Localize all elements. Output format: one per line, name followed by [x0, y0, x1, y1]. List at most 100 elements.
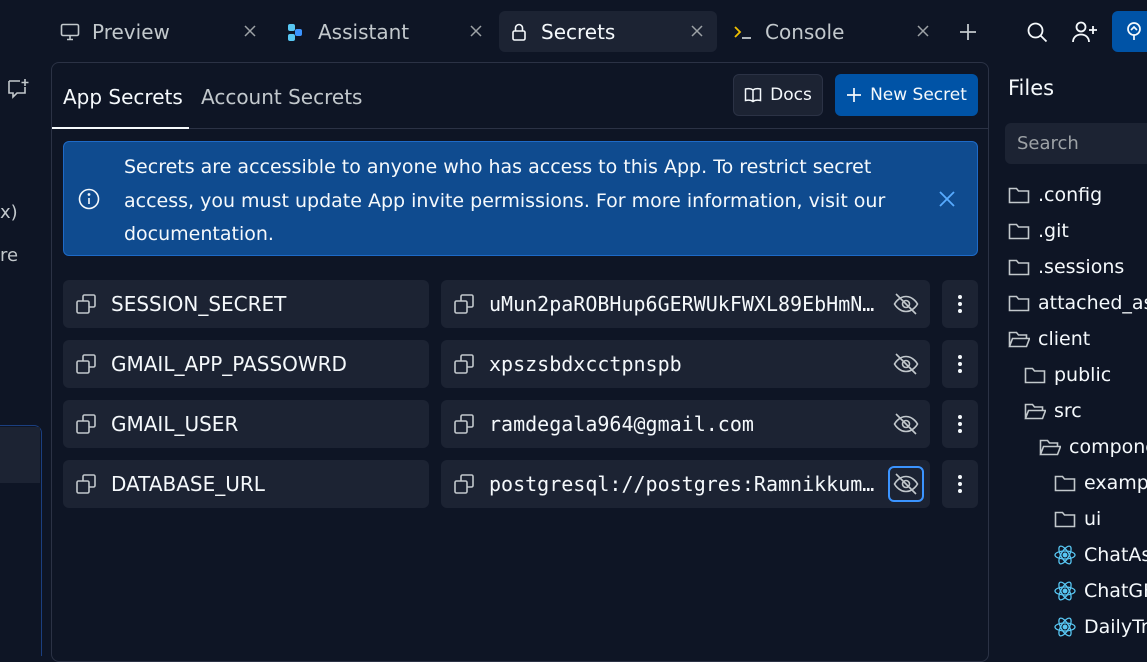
tree-item-label: ui [1084, 508, 1102, 530]
tree-item-label: compone [1069, 436, 1147, 458]
more-options-button[interactable] [942, 400, 978, 448]
eye-off-icon[interactable] [888, 346, 924, 382]
secret-key-field[interactable]: GMAIL_USER [63, 400, 429, 448]
more-options-button[interactable] [942, 340, 978, 388]
copy-icon[interactable] [453, 413, 475, 435]
new-secret-button[interactable]: New Secret [835, 74, 978, 116]
more-vertical-icon [957, 474, 963, 494]
tree-item-components[interactable]: compone [1039, 430, 1147, 464]
tree-item-git[interactable]: .git [1008, 214, 1069, 248]
eye-off-icon[interactable] [888, 286, 924, 322]
tree-item-label: .sessions [1038, 256, 1125, 278]
secret-key-field[interactable]: DATABASE_URL [63, 460, 429, 508]
tree-item-public[interactable]: public [1024, 358, 1111, 392]
secret-key-field[interactable]: SESSION_SECRET [63, 280, 429, 328]
secret-value-field[interactable]: uMun2paROBHup6GERWUkFWXL89EbHmNcy [441, 280, 930, 328]
folder-open-icon [1024, 400, 1046, 422]
more-options-button[interactable] [942, 280, 978, 328]
tree-item-label: client [1038, 328, 1091, 350]
docs-label: Docs [770, 85, 812, 105]
react-icon [1054, 544, 1076, 566]
tree-item-examples[interactable]: examp [1054, 466, 1147, 500]
secret-value-field[interactable]: xpszsbdxcctpnspb [441, 340, 930, 388]
files-search-input[interactable]: Search [1005, 123, 1147, 164]
secret-value-field[interactable]: ramdegala964@gmail.com [441, 400, 930, 448]
copy-icon[interactable] [75, 413, 97, 435]
subtab-app-secrets[interactable]: App Secrets [63, 85, 183, 109]
react-icon [1054, 580, 1076, 602]
more-vertical-icon [957, 414, 963, 434]
active-subtab-indicator [52, 127, 189, 129]
react-icon [1054, 616, 1076, 638]
tree-item-attached-assets[interactable]: attached_as [1008, 286, 1147, 320]
tree-item-src[interactable]: src [1024, 394, 1082, 428]
folder-icon [1008, 220, 1030, 242]
files-title: Files [1008, 76, 1055, 100]
folder-icon [1054, 508, 1076, 530]
files-panel: Files Search .config .git .sessions atta… [990, 62, 1147, 656]
tree-item-label: public [1054, 364, 1112, 386]
secret-key: SESSION_SECRET [111, 292, 287, 316]
book-icon [744, 86, 762, 104]
tree-item-label: examp [1084, 472, 1147, 494]
left-text-fragment: re [0, 245, 19, 266]
folder-icon [1008, 184, 1030, 206]
close-icon[interactable] [242, 23, 258, 39]
eye-off-icon[interactable] [888, 406, 924, 442]
banner-message: Secrets are accessible to anyone who has… [124, 156, 886, 245]
tab-assistant[interactable]: Assistant [276, 11, 496, 52]
assistant-icon [286, 22, 306, 42]
tree-item-ui[interactable]: ui [1054, 502, 1101, 536]
add-user-icon[interactable] [1072, 21, 1098, 43]
close-icon[interactable] [936, 188, 958, 210]
secret-key: DATABASE_URL [111, 472, 265, 496]
secret-value: xpszsbdxcctpnspb [489, 352, 682, 376]
folder-icon [1024, 364, 1046, 386]
new-chat-icon[interactable] [6, 78, 30, 100]
copy-icon[interactable] [75, 473, 97, 495]
tree-item-label: .config [1038, 184, 1103, 206]
tree-item-label: .git [1038, 220, 1069, 242]
folder-icon [1008, 256, 1030, 278]
more-vertical-icon [957, 294, 963, 314]
tree-item-label: attached_as [1038, 292, 1147, 314]
left-text-fragment: x) [0, 202, 18, 223]
tree-item-sessions[interactable]: .sessions [1008, 250, 1124, 284]
secret-key: GMAIL_USER [111, 412, 239, 436]
close-icon[interactable] [915, 23, 931, 39]
tab-secrets[interactable]: Secrets [499, 11, 717, 52]
subtab-account-secrets[interactable]: Account Secrets [201, 85, 362, 109]
close-icon[interactable] [468, 23, 484, 39]
eye-off-icon[interactable] [888, 466, 924, 502]
tab-preview[interactable]: Preview [50, 11, 270, 52]
more-options-button[interactable] [942, 460, 978, 508]
copy-icon[interactable] [453, 473, 475, 495]
close-icon[interactable] [689, 23, 705, 39]
tree-item-label: src [1054, 400, 1082, 422]
tree-item-client[interactable]: client [1008, 322, 1090, 356]
search-icon[interactable] [1026, 21, 1048, 43]
tab-assistant-label: Assistant [318, 19, 410, 44]
copy-icon[interactable] [75, 353, 97, 375]
tree-item-config[interactable]: .config [1008, 178, 1102, 212]
tree-item-chatassistant[interactable]: ChatAs [1054, 538, 1147, 572]
tab-console[interactable]: Console [723, 11, 943, 52]
tree-item-dailytracker[interactable]: DailyTr [1054, 610, 1147, 644]
secret-key-field[interactable]: GMAIL_APP_PASSOWRD [63, 340, 429, 388]
secret-value-field[interactable]: postgresql://postgres:Ramnikkumar@localh… [441, 460, 930, 508]
left-card-header [0, 427, 40, 483]
deploy-icon [1124, 21, 1144, 41]
secret-key: GMAIL_APP_PASSOWRD [111, 352, 347, 376]
new-tab-plus-icon[interactable] [958, 22, 978, 42]
tree-item-chatgpt[interactable]: ChatGF [1054, 574, 1147, 608]
divider [52, 128, 988, 129]
copy-icon[interactable] [453, 293, 475, 315]
copy-icon[interactable] [75, 293, 97, 315]
copy-icon[interactable] [453, 353, 475, 375]
tree-item-label: DailyTr [1084, 616, 1147, 638]
plus-icon [846, 87, 862, 103]
tab-bar: Preview Assistant Secrets Console [0, 0, 1147, 62]
docs-button[interactable]: Docs [733, 74, 823, 116]
deploy-button[interactable] [1112, 11, 1147, 52]
info-banner: Secrets are accessible to anyone who has… [63, 141, 978, 256]
